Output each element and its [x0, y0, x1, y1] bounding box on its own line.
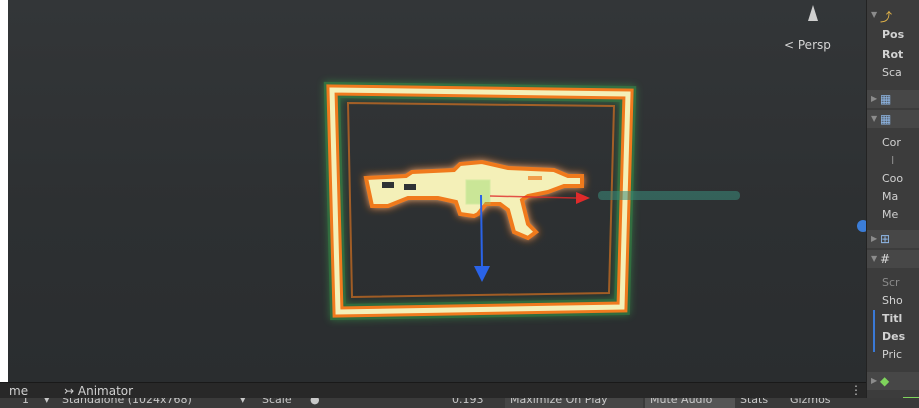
inspector-row: Scr: [882, 276, 900, 289]
component-header[interactable]: ▶ ⊞: [867, 230, 919, 248]
cube-icon: ◆: [880, 374, 890, 388]
inspector-row: Coo: [882, 172, 904, 185]
component-header[interactable]: ▼ #: [867, 250, 919, 268]
scale-slider-handle[interactable]: ●: [310, 398, 320, 406]
display-dropdown[interactable]: 1: [22, 398, 29, 406]
resolution-dropdown[interactable]: Standalone (1024x768): [62, 398, 192, 406]
inspector-row: I: [891, 154, 895, 167]
bottom-tab-bar: me ↣ Animator ⋮: [0, 382, 866, 399]
inspector-row: Me: [882, 208, 899, 221]
inspector-row: Sho: [882, 294, 903, 307]
scene-canvas[interactable]: [8, 0, 866, 382]
script-icon: #: [880, 252, 891, 266]
collapse-arrow-icon[interactable]: ▼: [871, 10, 877, 19]
grid-icon: ▦: [880, 92, 892, 106]
inspector-row: Rot: [882, 48, 904, 61]
component-header[interactable]: ▶ ◆: [867, 372, 919, 390]
grid-icon: ▦: [880, 112, 892, 126]
animator-icon: ↣: [64, 384, 75, 398]
transform-header[interactable]: ▼ ⤴: [867, 6, 919, 24]
projection-toggle[interactable]: < Persp: [784, 38, 831, 52]
expand-arrow-icon[interactable]: ▶: [871, 234, 877, 243]
tab-animator[interactable]: ↣ Animator: [64, 384, 133, 398]
inspector-row: Sca: [882, 66, 902, 79]
expand-arrow-icon[interactable]: ▶: [871, 376, 877, 385]
window-left-edge: [0, 0, 8, 408]
inspector-row: Cor: [882, 136, 901, 149]
game-view-toolbar: 1 ▾ Standalone (1024x768) ▾ Scale ● 0.19…: [0, 398, 919, 408]
selection-indicator: [873, 310, 875, 352]
mute-audio-button[interactable]: Mute Audio: [650, 398, 712, 406]
tab-game[interactable]: me: [9, 384, 28, 398]
more-options-icon[interactable]: ⋮: [850, 383, 862, 397]
scene-orientation-gizmo[interactable]: [808, 5, 818, 21]
inspector-row: Pos: [882, 28, 905, 41]
collapse-arrow-icon[interactable]: ▼: [871, 114, 877, 123]
stats-button[interactable]: Stats: [740, 398, 768, 406]
dropdown-icon: ▾: [240, 398, 246, 406]
canvas-renderer-icon: ⊞: [880, 232, 891, 246]
tab-animator-label: Animator: [77, 384, 134, 398]
dropdown-icon: ▾: [44, 398, 50, 406]
scale-value: 0.193: [452, 398, 484, 406]
maximize-on-play-button[interactable]: Maximize On Play: [510, 398, 608, 406]
collapse-arrow-icon[interactable]: ▼: [871, 254, 877, 263]
gizmos-button[interactable]: Gizmos: [790, 398, 831, 406]
component-header[interactable]: ▼ ▦: [867, 110, 919, 128]
expand-arrow-icon[interactable]: ▶: [871, 94, 877, 103]
scene-view[interactable]: < Persp: [8, 0, 866, 382]
component-header[interactable]: ▶ ▦: [867, 90, 919, 108]
scale-label: Scale: [262, 398, 292, 406]
projection-label: Persp: [797, 38, 831, 52]
transform-icon: ⤴: [880, 10, 893, 24]
inspector-row: Ma: [882, 190, 899, 203]
